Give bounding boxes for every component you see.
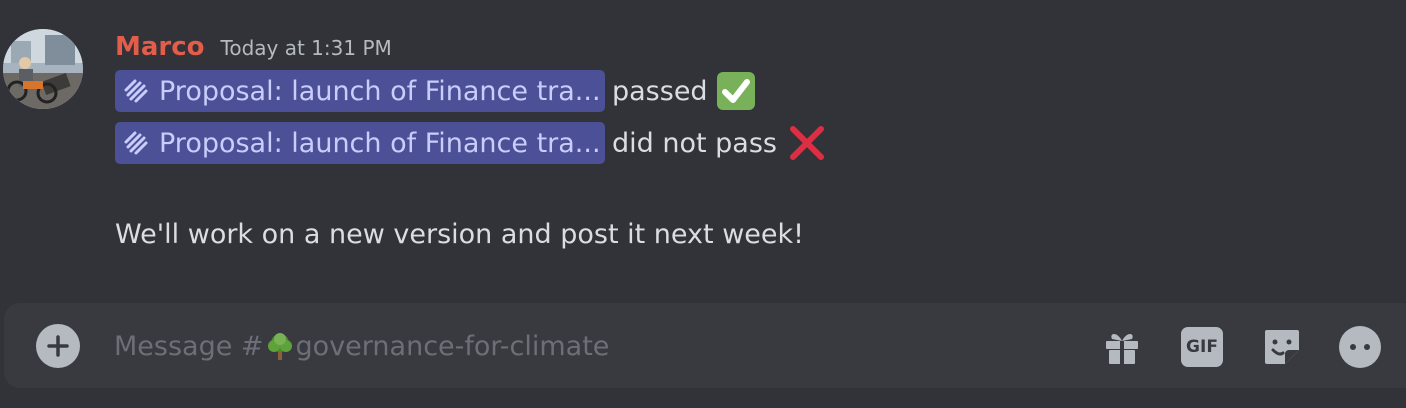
- status-text: did not pass: [612, 127, 777, 159]
- message: Marco Today at 1:31 PM Proposal: launch …: [0, 0, 1406, 290]
- message-body: We'll work on a new version and post it …: [115, 213, 804, 255]
- add-attachment-button[interactable]: [36, 324, 80, 368]
- channel-name: governance-for-climate: [295, 330, 610, 362]
- proposal-mention[interactable]: Proposal: launch of Finance tra...: [115, 122, 605, 164]
- message-timestamp[interactable]: Today at 1:31 PM: [221, 29, 392, 67]
- gif-icon: GIF: [1181, 327, 1223, 367]
- chat-window: Marco Today at 1:31 PM Proposal: launch …: [0, 0, 1406, 408]
- proposal-stripes-icon: [119, 126, 153, 160]
- gift-icon: [1106, 334, 1138, 364]
- message-header: Marco Today at 1:31 PM: [115, 28, 392, 68]
- proposal-stripes-icon: [119, 74, 153, 108]
- emoji-button[interactable]: [1338, 325, 1382, 369]
- placeholder-prefix: Message #: [114, 330, 264, 362]
- message-line: Proposal: launch of Finance tra... passe…: [115, 70, 758, 112]
- author-name[interactable]: Marco: [115, 28, 205, 66]
- status-text: passed: [612, 75, 708, 107]
- mention-label: Proposal: launch of Finance tra...: [159, 127, 601, 159]
- sticker-icon: [1265, 330, 1299, 364]
- mention-label: Proposal: launch of Finance tra...: [159, 75, 601, 107]
- message-composer: Message # governance-for-climate GIF: [4, 303, 1406, 388]
- gif-button[interactable]: GIF: [1180, 325, 1224, 369]
- add-attachment-icon: [47, 335, 69, 357]
- white-check-mark-icon: [714, 71, 758, 111]
- message-text: We'll work on a new version and post it …: [115, 218, 804, 250]
- avatar-photo-icon: [3, 29, 83, 109]
- gift-button[interactable]: [1100, 325, 1144, 369]
- proposal-mention[interactable]: Proposal: launch of Finance tra...: [115, 70, 605, 112]
- avatar[interactable]: [3, 29, 83, 109]
- tree-icon: [264, 330, 296, 362]
- message-input[interactable]: Message # governance-for-climate: [114, 325, 609, 367]
- sticker-button[interactable]: [1260, 325, 1304, 369]
- red-cross-mark-icon: [785, 123, 829, 163]
- message-line: Proposal: launch of Finance tra... did n…: [115, 122, 829, 164]
- emoji-icon: [1339, 326, 1381, 368]
